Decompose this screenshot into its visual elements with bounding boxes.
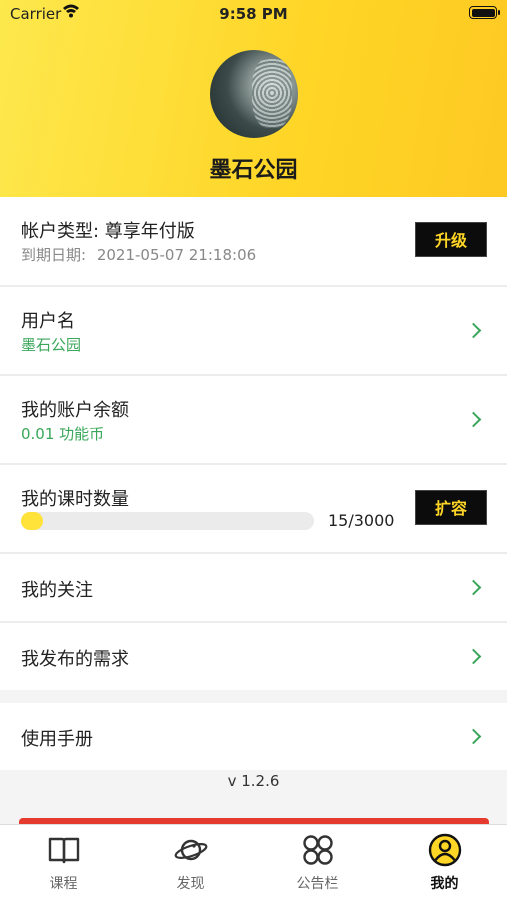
user-circle-icon bbox=[428, 833, 462, 867]
avatar[interactable] bbox=[210, 50, 298, 138]
lessons-title: 我的课时数量 bbox=[21, 489, 129, 510]
chevron-right-icon bbox=[465, 411, 482, 428]
manual-row[interactable]: 使用手册 bbox=[0, 703, 507, 770]
planet-icon bbox=[174, 839, 208, 861]
expand-button[interactable]: 扩容 bbox=[415, 490, 487, 525]
lessons-progress-text: 15/3000 bbox=[328, 511, 395, 530]
clock: 9:58 PM bbox=[219, 5, 288, 23]
expiry-value: 2021-05-07 21:18:06 bbox=[96, 246, 257, 264]
tab-bar: 课程 发现 公告栏 我的 bbox=[0, 824, 507, 901]
lessons-progress-bar bbox=[21, 512, 314, 530]
lessons-row: 我的课时数量 15/3000 扩容 bbox=[0, 465, 507, 552]
chevron-right-icon bbox=[465, 728, 482, 745]
profile-name: 墨石公园 bbox=[209, 158, 298, 183]
tab-label: 我的 bbox=[430, 876, 459, 892]
username-row[interactable]: 用户名 墨石公园 bbox=[0, 287, 507, 374]
tab-label: 发现 bbox=[176, 876, 205, 892]
manual-title: 使用手册 bbox=[21, 729, 93, 750]
balance-row[interactable]: 我的账户余额 0.01 功能币 bbox=[0, 376, 507, 463]
chevron-right-icon bbox=[465, 579, 482, 596]
chevron-right-icon bbox=[465, 322, 482, 339]
tab-bulletin[interactable]: 公告栏 bbox=[254, 825, 381, 901]
requests-row[interactable]: 我发布的需求 bbox=[0, 623, 507, 690]
balance-value: 0.01 功能币 bbox=[21, 425, 105, 443]
follow-row[interactable]: 我的关注 bbox=[0, 554, 507, 621]
profile-header: Carrier 9:58 PM 墨石公园 bbox=[0, 0, 507, 197]
grid-icon bbox=[303, 835, 333, 865]
username-title: 用户名 bbox=[21, 311, 75, 332]
lessons-progress-fill bbox=[21, 512, 43, 530]
battery-icon bbox=[469, 6, 500, 19]
app-version: v 1.2.6 bbox=[227, 772, 280, 790]
status-bar: Carrier 9:58 PM bbox=[0, 0, 507, 28]
upgrade-button[interactable]: 升级 bbox=[415, 222, 487, 257]
follow-title: 我的关注 bbox=[21, 580, 93, 601]
tab-label: 公告栏 bbox=[296, 876, 339, 892]
username-value: 墨石公园 bbox=[21, 336, 82, 354]
chevron-right-icon bbox=[465, 648, 482, 665]
tab-label: 课程 bbox=[49, 876, 78, 892]
account-type-row: 帐户类型: 尊享年付版 到期日期: 2021-05-07 21:18:06 升级 bbox=[0, 197, 507, 285]
expiry-date: 到期日期: 2021-05-07 21:18:06 bbox=[21, 244, 256, 265]
expiry-label: 到期日期: bbox=[21, 246, 87, 264]
balance-title: 我的账户余额 bbox=[21, 400, 129, 421]
book-icon bbox=[48, 837, 80, 864]
tab-courses[interactable]: 课程 bbox=[0, 825, 127, 901]
account-type-label: 帐户类型: 尊享年付版 bbox=[21, 221, 195, 242]
tab-mine[interactable]: 我的 bbox=[381, 825, 507, 901]
requests-title: 我发布的需求 bbox=[21, 649, 129, 670]
tab-discover[interactable]: 发现 bbox=[127, 825, 254, 901]
